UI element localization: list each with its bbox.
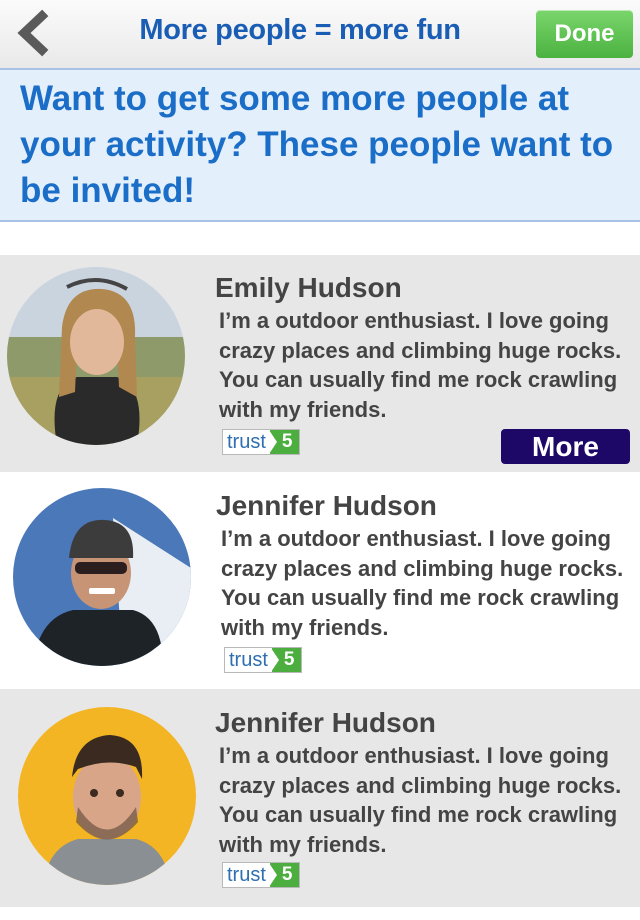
more-button[interactable]: More	[501, 429, 630, 464]
trust-label: trust	[229, 649, 268, 671]
person-name: Emily Hudson	[215, 272, 402, 303]
invite-banner: Want to get some more people at your act…	[0, 68, 640, 222]
person-name: Jennifer Hudson	[216, 490, 437, 521]
trust-badge: trust 5	[222, 862, 301, 888]
trust-score: 5	[268, 863, 300, 887]
trust-label: trust	[227, 431, 266, 453]
person-row[interactable]: Jennifer Hudson I’m a outdoor enthusiast…	[0, 689, 640, 907]
person-row[interactable]: Jennifer Hudson I’m a outdoor enthusiast…	[0, 472, 640, 689]
trust-score: 5	[270, 648, 302, 672]
trust-badge: trust 5	[222, 429, 301, 455]
person-bio: I’m a outdoor enthusiast. I love going c…	[219, 743, 622, 857]
done-button[interactable]: Done	[536, 10, 633, 58]
avatar	[13, 488, 191, 666]
trust-score: 5	[268, 430, 300, 454]
nav-bar: More people = more fun Done	[0, 0, 640, 68]
person-name: Jennifer Hudson	[215, 707, 436, 738]
trust-label: trust	[227, 864, 266, 886]
list-footer-spacer	[0, 907, 640, 920]
chevron-left-icon	[17, 9, 49, 57]
avatar	[7, 267, 185, 445]
avatar	[18, 707, 196, 885]
banner-text: Want to get some more people at your act…	[20, 79, 614, 210]
page-title: More people = more fun	[139, 14, 461, 46]
person-bio: I’m a outdoor enthusiast. I love going c…	[219, 308, 622, 422]
back-button[interactable]	[10, 8, 54, 58]
person-bio: I’m a outdoor enthusiast. I love going c…	[221, 526, 624, 640]
trust-badge: trust 5	[224, 647, 303, 673]
